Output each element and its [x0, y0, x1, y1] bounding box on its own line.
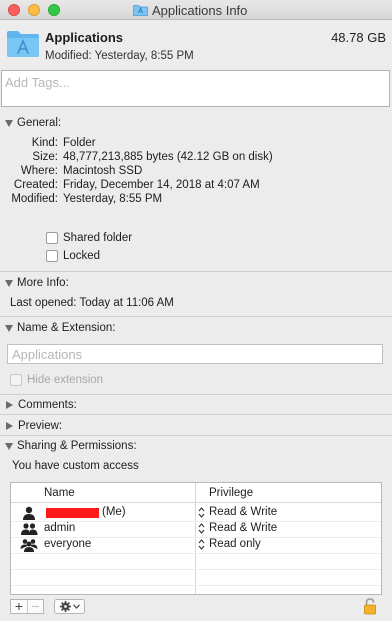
privilege-popup[interactable]: Read & Write [198, 506, 277, 518]
general-key: Kind: [31, 137, 58, 149]
table-row[interactable]: everyone Read only [11, 537, 381, 553]
disclosure-closed-icon [6, 422, 13, 430]
remove-user-button[interactable]: − [27, 599, 43, 613]
divider [0, 414, 392, 415]
preview-title: Preview: [18, 420, 63, 432]
me-label: (Me) [102, 506, 126, 518]
disclosure-open-icon [5, 324, 13, 332]
applications-folder-icon [133, 5, 148, 16]
comments-title: Comments: [18, 399, 77, 411]
general-value: Yesterday, 8:55 PM [63, 193, 163, 205]
privilege-value: Read only [209, 538, 261, 550]
name-extension-title: Name & Extension: [17, 322, 116, 334]
general-section-header[interactable]: General: [0, 115, 392, 131]
gear-icon [59, 601, 71, 612]
permissions-toolbar: + − [0, 596, 392, 621]
up-down-arrows-icon [198, 506, 205, 518]
item-name: Applications [45, 30, 124, 45]
redacted-username [46, 508, 99, 518]
applications-folder-icon [7, 31, 39, 57]
permissions-table: Name Privilege (Me) Read & Write admin R… [10, 482, 382, 595]
locked-label: Locked [63, 250, 101, 262]
row-divider [11, 553, 381, 554]
general-row: Size: 48,777,213,885 bytes (42.12 GB on … [0, 151, 392, 165]
privilege-value: Read & Write [209, 506, 278, 518]
minimize-window-button[interactable] [28, 4, 40, 16]
action-menu-button[interactable] [54, 599, 85, 614]
general-key: Size: [32, 151, 58, 163]
divider [0, 271, 392, 272]
name-field[interactable]: Applications [7, 344, 383, 364]
name-column-header[interactable]: Name [44, 487, 75, 499]
item-size: 48.78 GB [331, 30, 386, 45]
privilege-column-header[interactable]: Privilege [209, 487, 253, 499]
last-opened-text: Last opened: Today at 11:06 AM [10, 297, 174, 309]
general-value: Friday, December 14, 2018 at 4:07 AM [63, 179, 260, 191]
info-header: Applications Modified: Yesterday, 8:55 P… [0, 20, 392, 68]
row-divider [11, 569, 381, 570]
item-modified: Modified: Yesterday, 8:55 PM [45, 50, 194, 62]
preview-section-header[interactable]: Preview: [0, 418, 392, 434]
privilege-popup[interactable]: Read & Write [198, 522, 277, 534]
group-icon [21, 523, 38, 535]
shared-folder-checkbox[interactable]: Shared folder [46, 232, 132, 244]
disclosure-open-icon [5, 442, 13, 450]
divider [0, 435, 392, 436]
general-row: Modified: Yesterday, 8:55 PM [0, 193, 392, 207]
close-window-button[interactable] [8, 4, 20, 16]
locked-checkbox[interactable]: Locked [46, 250, 100, 262]
user-icon [23, 506, 35, 520]
add-remove-control: + − [10, 599, 44, 614]
window-title-group: Applications Info [133, 2, 247, 18]
up-down-arrows-icon [198, 522, 205, 534]
general-row: Kind: Folder [0, 137, 392, 151]
sharing-section-header[interactable]: Sharing & Permissions: [0, 438, 392, 454]
tags-input[interactable]: Add Tags... [1, 70, 390, 107]
disclosure-open-icon [5, 119, 13, 127]
zoom-window-button[interactable] [48, 4, 60, 16]
checkbox-box[interactable] [10, 374, 22, 386]
hide-extension-label: Hide extension [27, 374, 104, 386]
checkbox-box[interactable] [46, 232, 58, 244]
title-bar: Applications Info [0, 0, 392, 20]
divider [0, 316, 392, 317]
privilege-value: Read & Write [209, 522, 278, 534]
user-name: everyone [44, 538, 92, 550]
lock-icon[interactable] [363, 598, 377, 615]
shared-folder-label: Shared folder [63, 232, 133, 244]
chevron-down-icon [72, 604, 80, 609]
disclosure-closed-icon [6, 401, 13, 409]
more-info-title: More Info: [17, 277, 69, 289]
general-value: Macintosh SSD [63, 165, 143, 177]
privilege-popup[interactable]: Read only [198, 538, 261, 550]
more-info-section-header[interactable]: More Info: [0, 275, 392, 291]
up-down-arrows-icon [198, 538, 205, 550]
table-row[interactable]: admin Read & Write [11, 521, 381, 537]
checkbox-box[interactable] [46, 250, 58, 262]
sharing-title: Sharing & Permissions: [17, 440, 137, 452]
name-extension-section-header[interactable]: Name & Extension: [0, 320, 392, 336]
table-header: Name Privilege [11, 483, 381, 503]
divider [0, 394, 392, 395]
disclosure-open-icon [5, 279, 13, 287]
general-key: Where: [20, 165, 58, 177]
general-row: Created: Friday, December 14, 2018 at 4:… [0, 179, 392, 193]
general-title: General: [17, 117, 62, 129]
general-key: Modified: [11, 193, 58, 205]
add-user-button[interactable]: + [11, 599, 27, 613]
custom-access-text: You have custom access [12, 460, 139, 472]
general-value: Folder [63, 137, 96, 149]
window-title: Applications Info [152, 2, 248, 18]
row-divider [11, 585, 381, 586]
general-key: Created: [13, 179, 58, 191]
general-row: Where: Macintosh SSD [0, 165, 392, 179]
group-everyone-icon [20, 539, 38, 552]
comments-section-header[interactable]: Comments: [0, 397, 392, 413]
user-name: admin [44, 522, 76, 534]
table-row[interactable]: (Me) Read & Write [11, 505, 381, 521]
hide-extension-checkbox[interactable]: Hide extension [10, 374, 103, 386]
general-value: 48,777,213,885 bytes (42.12 GB on disk) [63, 151, 273, 163]
